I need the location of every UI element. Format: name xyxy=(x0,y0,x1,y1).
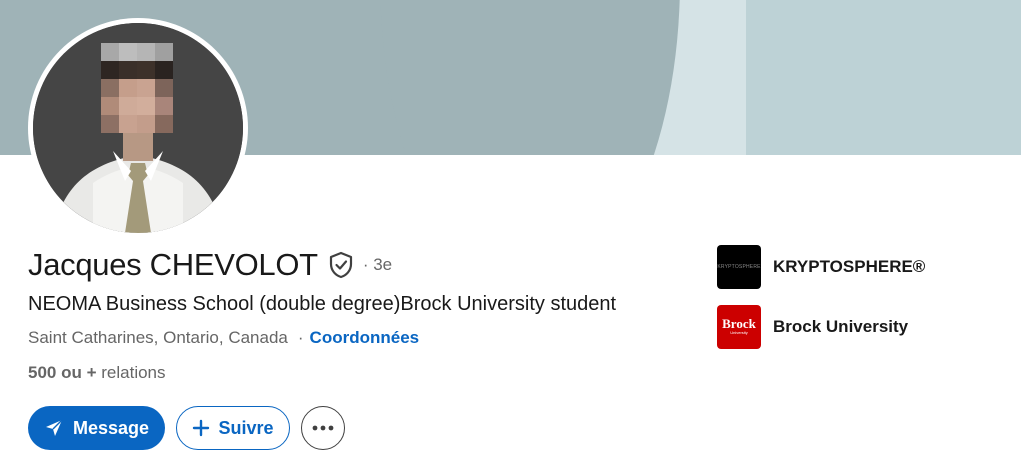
message-button[interactable]: Message xyxy=(28,406,165,450)
name-row: Jacques CHEVOLOT · 3e xyxy=(28,247,392,283)
profile-avatar[interactable] xyxy=(28,18,248,238)
banner-shape-lighter xyxy=(746,0,1021,155)
brock-university-logo: Brock University xyxy=(717,304,761,349)
plus-icon xyxy=(193,419,210,437)
banner-shape-curve xyxy=(380,0,680,155)
separator-dot: · xyxy=(297,328,304,347)
profile-headline: NEOMA Business School (double degree)Bro… xyxy=(28,293,617,315)
more-horizontal-icon xyxy=(312,425,334,431)
avatar-photo xyxy=(33,23,243,233)
brock-logo-text: Brock xyxy=(722,316,756,331)
relations-number: 500 ou + xyxy=(28,363,97,382)
relations-label: relations xyxy=(101,363,166,382)
kryptosphere-logo-text: KRYPTOSPHERE xyxy=(717,263,761,270)
send-icon xyxy=(45,419,63,436)
shield-check-icon[interactable] xyxy=(328,251,354,279)
profile-name: Jacques CHEVOLOT xyxy=(28,247,318,282)
location-row: Saint Catharines, Ontario, Canada · Coor… xyxy=(28,328,419,348)
education-item[interactable]: Brock University Brock University xyxy=(717,304,925,349)
profile-actions: Message Suivre xyxy=(28,406,345,450)
brock-logo-subtext: University xyxy=(730,330,748,335)
profile-side-info: KRYPTOSPHERE KRYPTOSPHERE® Brock Univers… xyxy=(717,244,925,364)
more-actions-button[interactable] xyxy=(301,406,345,450)
follow-button-label: Suivre xyxy=(218,417,274,438)
current-company-label: KRYPTOSPHERE® xyxy=(773,256,926,276)
current-company-item[interactable]: KRYPTOSPHERE KRYPTOSPHERE® xyxy=(717,244,925,289)
message-button-label: Message xyxy=(72,417,150,438)
follow-button[interactable]: Suivre xyxy=(176,406,290,450)
education-label: Brock University xyxy=(773,316,909,336)
relations-count[interactable]: 500 ou + relations xyxy=(28,363,166,383)
contact-info-link[interactable]: Coordonnées xyxy=(310,328,420,348)
profile-location: Saint Catharines, Ontario, Canada xyxy=(28,328,288,347)
connection-degree: · 3e xyxy=(362,255,393,274)
kryptosphere-logo: KRYPTOSPHERE xyxy=(717,244,761,289)
